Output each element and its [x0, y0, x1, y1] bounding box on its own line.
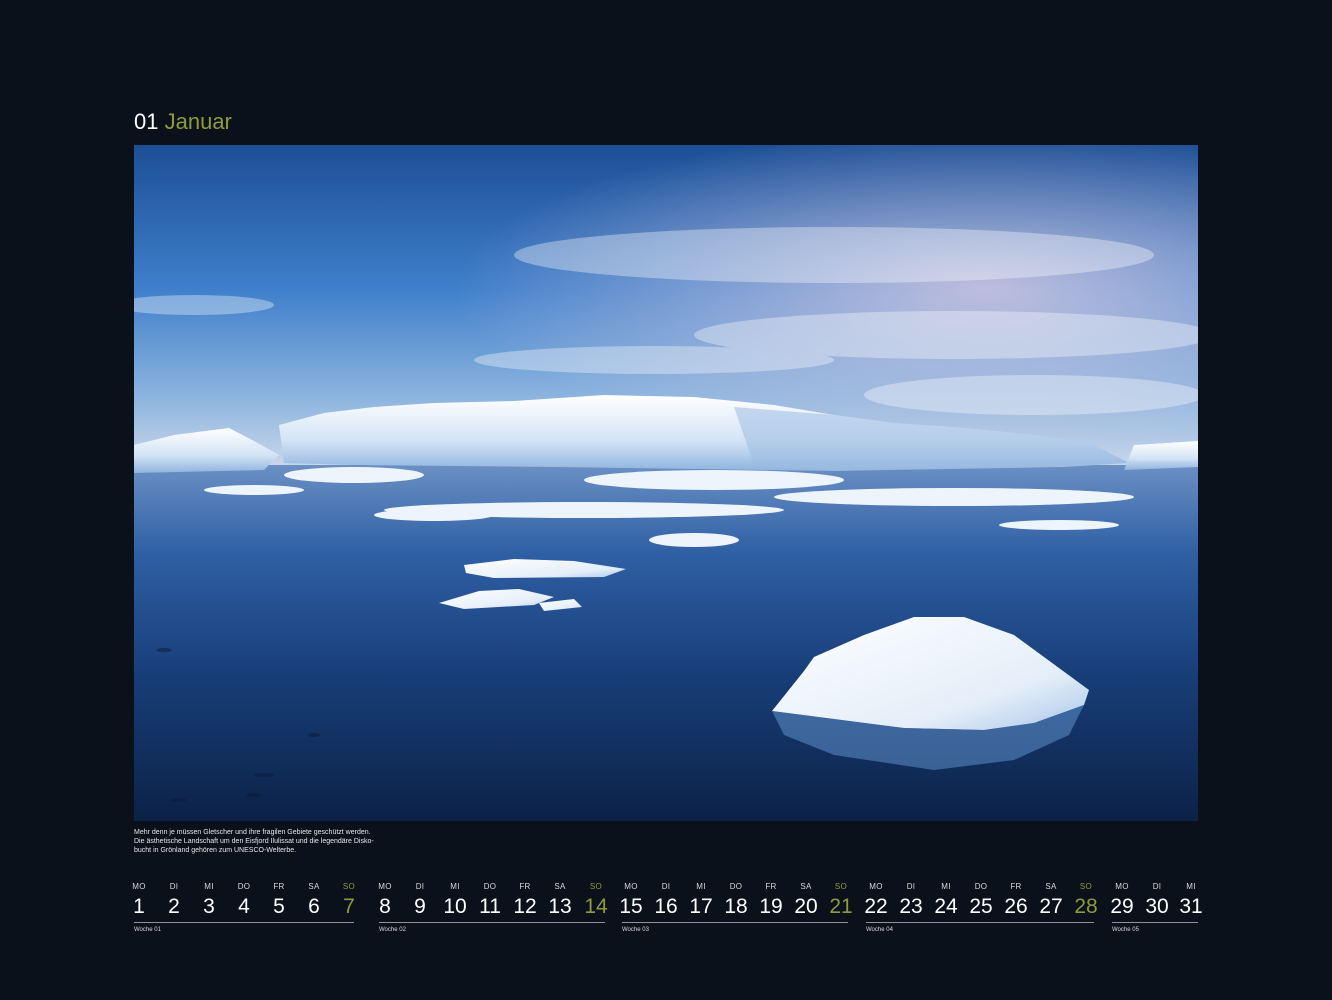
day-number: 8 [379, 895, 391, 918]
week-label: Woche 03 [622, 927, 649, 933]
day-number: 21 [829, 895, 853, 918]
caption-line: Mehr denn je müssen Gletscher und ihre f… [134, 829, 371, 836]
weekday-label: DO [729, 882, 743, 891]
weekday-label: FR [1010, 882, 1022, 891]
weekday-label: FR [765, 882, 777, 891]
weekday-label: FR [519, 882, 531, 891]
weekday-label: SA [1045, 882, 1057, 891]
day-number: 15 [619, 895, 643, 918]
weekday-label: MI [696, 882, 706, 891]
weekday-label: DI [415, 882, 425, 891]
week-label: Woche 02 [379, 927, 406, 933]
weekday-label: MI [941, 882, 951, 891]
weekday-label: SA [800, 882, 812, 891]
day-number: 10 [443, 895, 467, 918]
weekday-label: MI [204, 882, 214, 891]
day-number: 16 [654, 895, 678, 918]
day-number: 23 [899, 895, 923, 918]
day-number: 29 [1110, 895, 1134, 918]
month-number: 01 [134, 109, 159, 134]
day-number: 9 [414, 895, 426, 918]
week-label: Woche 05 [1112, 927, 1139, 933]
weekday-label: DI [169, 882, 179, 891]
week-divider [622, 922, 848, 923]
day-number: 28 [1074, 895, 1098, 918]
day-number: 17 [689, 895, 713, 918]
day-number: 3 [203, 895, 215, 918]
week-label: Woche 01 [134, 927, 161, 933]
day-number: 25 [969, 895, 993, 918]
day-number: 26 [1004, 895, 1028, 918]
week-label: Woche 04 [866, 927, 893, 933]
month-header: 01 Januar [134, 108, 232, 136]
landscape-photo [134, 145, 1198, 821]
weekday-label: MO [624, 882, 638, 891]
day-number: 4 [238, 895, 250, 918]
day-number: 13 [548, 895, 572, 918]
day-number: 18 [724, 895, 748, 918]
day-number: 31 [1179, 895, 1203, 918]
week-divider [134, 922, 354, 923]
weekday-label: DI [906, 882, 916, 891]
weekday-label: DO [974, 882, 988, 891]
weekday-label: DO [483, 882, 497, 891]
day-number: 20 [794, 895, 818, 918]
day-number: 7 [343, 895, 355, 918]
day-number: 24 [934, 895, 958, 918]
weekday-label: MO [869, 882, 883, 891]
week-divider [866, 922, 1094, 923]
day-number: 12 [513, 895, 537, 918]
weekday-label: SA [554, 882, 566, 891]
photo-caption: Mehr denn je müssen Gletscher und ihre f… [134, 828, 394, 855]
day-number: 1 [133, 895, 145, 918]
weekday-label: MO [1115, 882, 1129, 891]
weekday-label: DI [1152, 882, 1162, 891]
calendar-grid: MO 1 DI 2 MI 3 DO 4 FR 5 SA 6 SO 7 Woche 01 MO 8… [132, 880, 1202, 940]
caption-line: bucht in Grönland gehören zum UNESCO-Wel… [134, 847, 297, 854]
weekday-label: DO [237, 882, 251, 891]
caption-line: Die ästhetische Landschaft um den Eisfjo… [134, 838, 374, 845]
day-number: 27 [1039, 895, 1063, 918]
day-number: 2 [168, 895, 180, 918]
weekday-label: SO [834, 882, 848, 891]
day-number: 19 [759, 895, 783, 918]
month-name: Januar [164, 109, 232, 134]
day-number: 30 [1145, 895, 1169, 918]
week-divider [1112, 922, 1198, 923]
weekday-label: FR [273, 882, 285, 891]
weekday-label: MO [132, 882, 146, 891]
day-number: 6 [308, 895, 320, 918]
weekday-label: SO [1079, 882, 1093, 891]
day-number: 22 [864, 895, 888, 918]
weekday-label: DI [661, 882, 671, 891]
weekday-label: MI [450, 882, 460, 891]
weekday-label: MO [378, 882, 392, 891]
week-divider [379, 922, 605, 923]
weekday-label: SA [308, 882, 320, 891]
day-number: 14 [584, 895, 608, 918]
weekday-label: SO [342, 882, 356, 891]
weekday-label: MI [1186, 882, 1196, 891]
day-number: 11 [479, 895, 501, 918]
weekday-label: SO [589, 882, 603, 891]
day-number: 5 [273, 895, 285, 918]
